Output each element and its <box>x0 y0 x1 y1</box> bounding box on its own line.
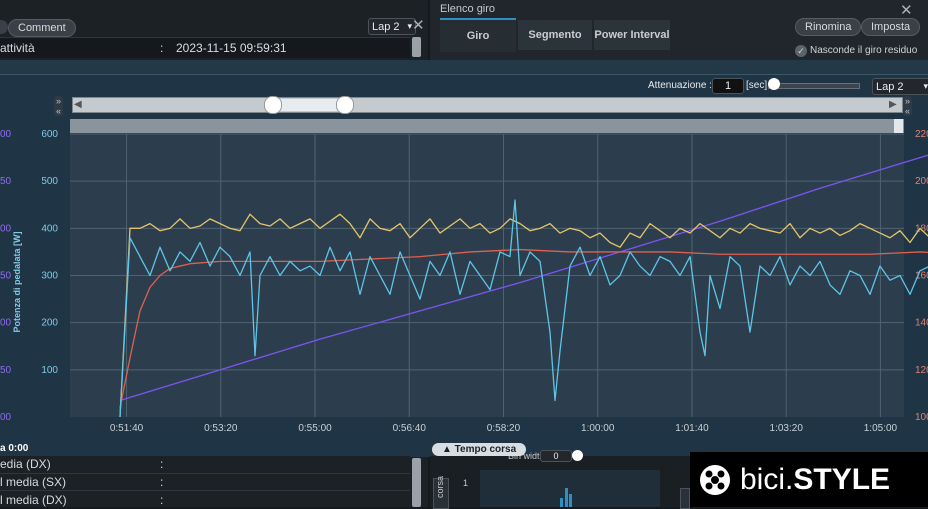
close-icon[interactable]: ✕ <box>412 16 425 34</box>
activity-separator: : <box>160 41 164 55</box>
lap-select-value: Lap 2 <box>876 80 904 93</box>
far-left-tick-label: 00 <box>0 223 12 234</box>
scrollbar-thumb[interactable] <box>412 458 421 507</box>
stats-row: l media (SX) : <box>0 473 410 491</box>
far-left-tick-label: 50 <box>0 176 12 187</box>
x-tick-label: 1:05:00 <box>864 423 898 434</box>
range-left-arrow-icon[interactable]: ◀ <box>74 99 82 110</box>
y2-tick-label: 200 <box>915 176 928 187</box>
x-tick-label: 1:00:00 <box>581 423 615 434</box>
range-slider-selection[interactable] <box>272 99 344 111</box>
bin-width-slider-knob[interactable] <box>572 450 583 461</box>
attenuation-slider-knob[interactable] <box>768 78 780 90</box>
x-tick-label: 0:51:40 <box>110 423 144 434</box>
y-tick-label: 100 <box>41 365 58 376</box>
x-tick-label: 0:55:00 <box>298 423 332 434</box>
range-slider-track[interactable] <box>72 97 903 113</box>
lap-select-top-value: Lap 2 <box>372 20 400 33</box>
x-tick-label: 1:01:40 <box>675 423 709 434</box>
y2-tick-label: 220 <box>915 129 928 140</box>
range-end-handle[interactable] <box>336 96 354 114</box>
titlebar-divider <box>0 74 928 75</box>
attenuation-input[interactable]: 1 <box>712 78 744 94</box>
y-tick-label: 300 <box>41 271 58 282</box>
x-tick-label: 0:58:20 <box>487 423 521 434</box>
far-left-tick-label: 00 <box>0 412 12 423</box>
x-tick-label: 1:03:20 <box>770 423 804 434</box>
y2-tick-label: 120 <box>915 365 928 376</box>
stats-row: l media (DX) : <box>0 490 410 507</box>
stats-row-label: l media (DX) <box>0 493 67 507</box>
hide-residual-label: Nasconde il giro residuo <box>810 45 918 56</box>
graph-window-titlebar <box>0 60 928 74</box>
close-icon[interactable]: ✕ <box>900 1 913 19</box>
activity-row: attività : 2023-11-15 09:59:31 <box>0 37 410 58</box>
bin-width-input[interactable]: 0 <box>540 450 572 462</box>
time-label: a 0:00 <box>0 443 29 454</box>
chevron-down-icon: ▾ <box>923 81 928 91</box>
y-tick-label: 500 <box>41 176 58 187</box>
y2-tick-label: 100 <box>915 412 928 423</box>
tempo-corsa-button[interactable]: ▲ Tempo corsa <box>432 443 527 456</box>
stats-row-sep: : <box>160 475 164 489</box>
attenuation-label: Attenuazione : <box>648 80 712 91</box>
power-chart: 1002003004005006001001201401601802002200… <box>0 129 928 434</box>
activity-value: 2023-11-15 09:59:31 <box>176 41 287 55</box>
side-tab[interactable] <box>680 488 690 509</box>
tab-segmento[interactable]: Segmento <box>518 20 592 50</box>
zoom-in-arrows[interactable]: » « <box>54 96 64 116</box>
stats-row-label: edia (DX) <box>0 457 51 471</box>
attenuation-unit: [sec] <box>746 80 768 91</box>
brand-name-bold: STYLE <box>793 462 891 496</box>
brand-logo: bici. STYLE <box>690 452 928 507</box>
histogram-bar <box>569 494 572 507</box>
tab-giro[interactable]: Giro <box>440 18 516 52</box>
rename-button[interactable]: Rinomina <box>795 18 862 36</box>
brand-name-light: bici. <box>740 462 794 496</box>
stats-row: edia (DX) : <box>0 456 410 474</box>
histogram-tick: 1 <box>463 478 469 488</box>
range-start-handle[interactable] <box>264 96 282 114</box>
x-tick-label: 0:53:20 <box>204 423 238 434</box>
zoom-out-arrows[interactable]: » « <box>903 96 913 116</box>
scrollbar-thumb[interactable] <box>412 37 421 57</box>
histogram-bar <box>560 498 563 507</box>
tab-power-interval[interactable]: Power Interval <box>594 20 670 50</box>
x-tick-label: 0:56:40 <box>393 423 427 434</box>
set-button[interactable]: Imposta <box>861 18 921 36</box>
stats-list: edia (DX) : l media (SX) : l media (DX) … <box>0 456 410 507</box>
activity-label: attività <box>0 41 35 55</box>
attenuation-slider[interactable] <box>768 83 860 89</box>
stats-row-sep: : <box>160 493 164 507</box>
histogram-bar <box>565 488 568 507</box>
bici-style-logo-icon <box>700 464 730 495</box>
comment-tab[interactable]: Comment <box>8 19 76 37</box>
lap-select[interactable]: Lap 2 ▾ <box>872 78 928 95</box>
stats-row-label: l media (SX) <box>0 475 67 489</box>
y2-tick-label: 160 <box>915 271 928 282</box>
y-tick-label: 600 <box>41 129 58 140</box>
range-right-arrow-icon[interactable]: ▶ <box>889 99 897 110</box>
far-left-tick-label: 50 <box>0 271 12 282</box>
y2-tick-label: 140 <box>915 318 928 329</box>
far-left-tick-label: 00 <box>0 129 12 140</box>
hide-residual-checkbox[interactable]: ✓ <box>795 45 807 57</box>
y-tick-label: 200 <box>41 318 58 329</box>
lap-list-title: Elenco giro <box>440 3 496 15</box>
histogram-axis-label: corsa <box>435 475 445 498</box>
y-tick-label: 400 <box>41 223 58 234</box>
far-left-tick-label: 00 <box>0 318 12 329</box>
far-left-tick-label: 50 <box>0 365 12 376</box>
lap-select-top[interactable]: Lap 2 ▾ <box>368 18 416 35</box>
stats-row-sep: : <box>160 457 164 471</box>
